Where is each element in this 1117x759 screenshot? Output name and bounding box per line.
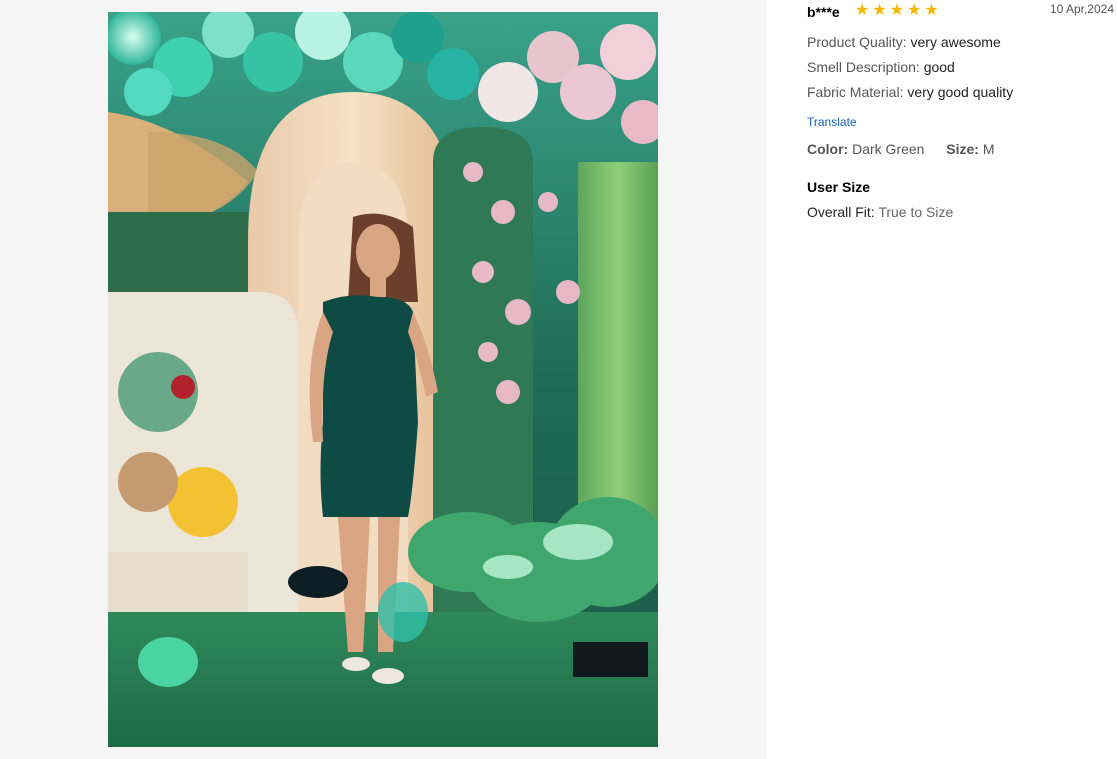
review-attributes: Product Quality: very awesome Smell Desc… [807,30,1107,105]
star-rating: ★ ★ ★ ★ ★ [855,1,939,19]
review-detail: b***e ★ ★ ★ ★ ★ 10 Apr,2024 Product Qual… [807,0,1114,221]
review-date: 10 Apr,2024 [1049,2,1114,16]
star-icon: ★ [872,0,887,19]
attribute-row: Fabric Material: very good quality [807,80,1107,105]
star-icon: ★ [924,0,939,19]
review-header: b***e ★ ★ ★ ★ ★ 10 Apr,2024 [807,0,1114,26]
image-viewer-panel [0,0,766,759]
reviewer-name: b***e [807,4,840,20]
star-icon: ★ [889,0,905,19]
attribute-value: very good quality [907,84,1014,100]
user-size-heading: User Size [807,179,871,195]
attribute-label: Smell Description: [807,59,924,75]
attribute-label: Product Quality: [807,34,911,50]
color-value: Dark Green [852,141,925,157]
translate-link[interactable]: Translate [807,115,857,129]
star-icon: ★ [907,0,922,19]
overall-fit: Overall Fit: True to Size [807,204,1107,220]
fit-value: True to Size [878,204,954,220]
attribute-value: very awesome [910,34,1001,50]
size-label: Size: [946,141,979,157]
review-page: b***e ★ ★ ★ ★ ★ 10 Apr,2024 Product Qual… [0,0,1117,759]
purchased-variant: Color: Dark Green Size: M [807,137,1107,161]
attribute-value: good [923,59,955,75]
attribute-label: Fabric Material: [807,84,908,100]
star-icon: ★ [855,0,870,19]
attribute-row: Product Quality: very awesome [807,30,1107,55]
attribute-row: Smell Description: good [807,55,1107,80]
review-photo-illustration [108,12,658,747]
size-value: M [982,141,995,157]
color-label: Color: [807,141,849,157]
fit-label: Overall Fit: [807,204,879,220]
review-photo[interactable] [108,12,658,747]
